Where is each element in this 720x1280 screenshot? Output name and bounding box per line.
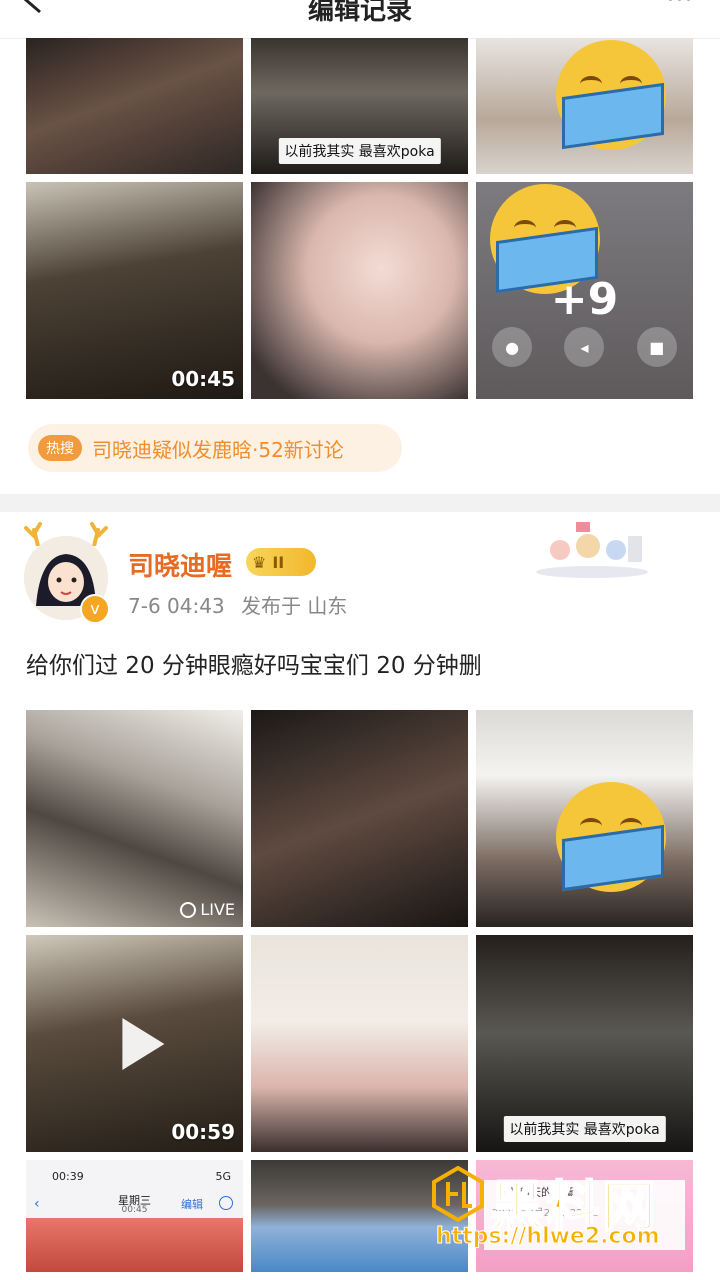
media-thumb[interactable] (251, 935, 468, 1152)
watermark: 黑料网 https://hlwe2.com (430, 1162, 720, 1280)
call-controls: ● ◂ ■ (476, 327, 693, 367)
post-text: 给你们过 20 分钟眼瘾好吗宝宝们 20 分钟删 (26, 653, 482, 679)
media-thumb[interactable] (476, 38, 693, 174)
media-thumb[interactable]: +9 ● ◂ ■ (476, 182, 693, 399)
video-duration: 00:45 (171, 367, 235, 391)
media-thumb[interactable]: 以前我其实 最喜欢poka (251, 38, 468, 174)
clock-label: 00:45 (121, 1205, 148, 1215)
post-meta: 7-6 04:43 发布于 山东 (128, 590, 347, 619)
photo-caption: 以前我其实 最喜欢poka (503, 1116, 666, 1142)
username[interactable]: 司晓迪喔 (128, 546, 232, 583)
more-images-count: +9 (550, 274, 619, 325)
signal-label: 5G (215, 1170, 231, 1183)
post-location: 发布于 山东 (241, 594, 348, 618)
live-icon (180, 901, 197, 918)
camera-icon: ■ (636, 327, 677, 367)
play-icon[interactable] (121, 1017, 164, 1070)
hot-search-text: 司晓迪疑似发鹿晗·52新讨论 (92, 437, 344, 462)
media-thumb[interactable] (251, 182, 468, 399)
microphone-icon: ● (492, 327, 533, 367)
media-thumb[interactable] (476, 710, 693, 927)
live-indicator: LIVE (180, 900, 235, 919)
photo-caption: 以前我其实 最喜欢poka (278, 138, 441, 164)
watermark-logo-icon (432, 1166, 484, 1222)
watermark-url: https://hlwe2.com (436, 1224, 661, 1250)
crown-icon: ♛ (252, 552, 267, 572)
screenshot-photo (26, 1218, 243, 1272)
top-bar: 编辑记录 ··· (0, 0, 720, 39)
media-thumb[interactable] (251, 710, 468, 927)
first-post-media-grid: 以前我其实 最喜欢poka 00:45 +9 ● ◂ ■ (26, 38, 694, 399)
hot-search-link[interactable]: 热搜 司晓迪疑似发鹿晗·52新讨论 (28, 424, 402, 472)
speaker-icon: ◂ (564, 327, 605, 367)
masking-emoji-icon (556, 40, 666, 150)
media-thumb[interactable] (26, 38, 243, 174)
hot-search-tag: 热搜 (38, 435, 82, 461)
live-label: LIVE (200, 900, 235, 919)
more-options-icon[interactable]: ··· (667, 0, 694, 13)
live-photo-thumb[interactable]: LIVE (26, 710, 243, 927)
page-title: 编辑记录 (307, 0, 412, 26)
masking-emoji-icon (556, 782, 666, 892)
post-divider (0, 494, 720, 512)
video-thumb[interactable]: 00:59 (26, 935, 243, 1152)
screenshot-thumb[interactable]: 00:39 5G 星期三 00:45 ‹ 编辑 (26, 1160, 243, 1272)
back-chevron-icon: ‹ (34, 1196, 40, 1212)
more-circle-icon (219, 1196, 233, 1210)
level-label: II (272, 552, 285, 572)
media-thumb[interactable]: 以前我其实 最喜欢poka (476, 935, 693, 1152)
video-thumb[interactable]: 00:45 (26, 182, 243, 399)
membership-level-badge[interactable]: ♛ II (246, 548, 316, 576)
edit-label: 编辑 (181, 1198, 203, 1211)
post-time: 7-6 04:43 (128, 594, 225, 618)
verified-badge-icon: v (80, 594, 110, 624)
status-time: 00:39 (52, 1170, 84, 1183)
decoration-sticker-icon (532, 516, 652, 580)
video-duration: 00:59 (171, 1120, 235, 1144)
